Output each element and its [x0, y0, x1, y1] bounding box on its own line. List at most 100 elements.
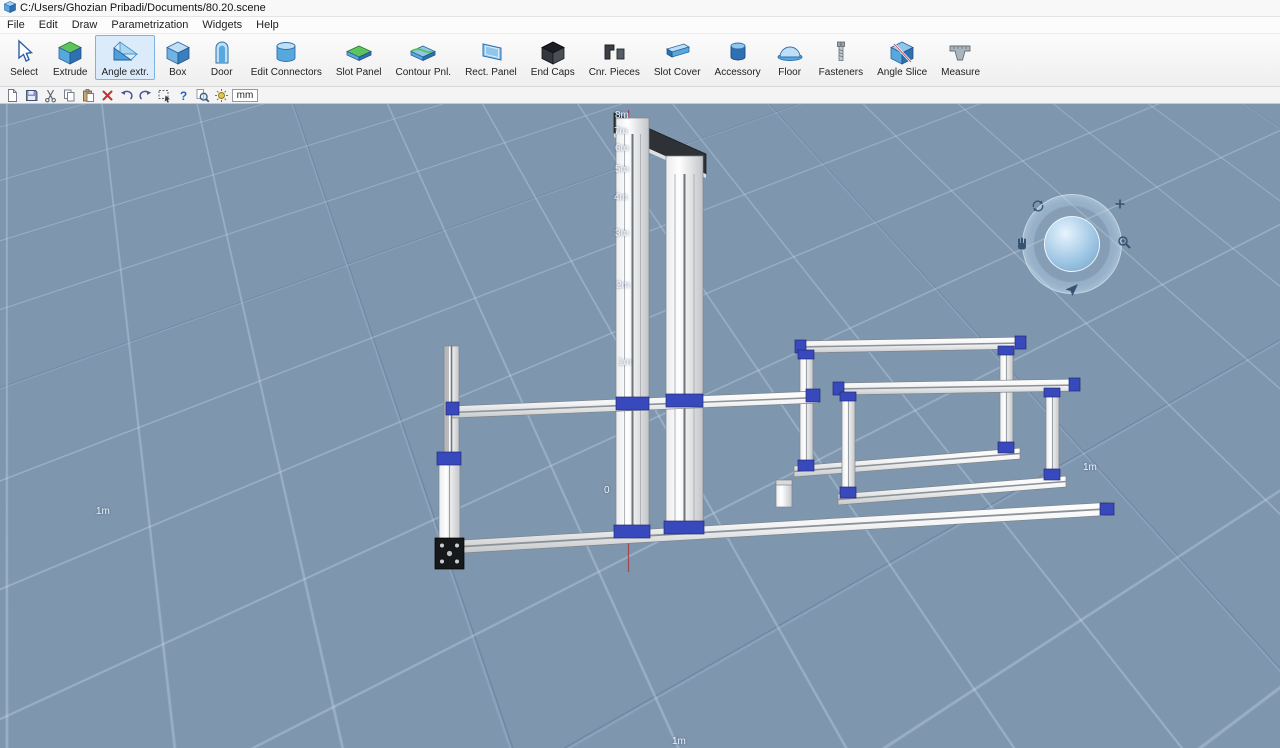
redo-icon[interactable]	[137, 88, 153, 103]
tool-label: Rect. Panel	[465, 67, 517, 78]
connector	[616, 397, 649, 410]
left-posts	[437, 346, 461, 544]
paste-icon[interactable]	[80, 88, 96, 103]
tool-angle-extrude[interactable]: Angle extr.	[95, 35, 154, 80]
connector	[798, 460, 814, 471]
zoom-document-icon[interactable]	[194, 88, 210, 103]
angle-slice-icon	[887, 38, 917, 67]
connector	[446, 402, 459, 415]
connector	[1100, 503, 1114, 515]
connectors-icon	[271, 38, 301, 67]
base-front-beam	[435, 502, 1114, 569]
title-bar: C:/Users/Ghozian Pribadi/Documents/80.20…	[0, 0, 1280, 17]
region-select-icon[interactable]	[156, 88, 172, 103]
tool-label: Floor	[778, 67, 801, 78]
zoom-icon[interactable]	[1116, 234, 1132, 250]
menu-bar: File Edit Draw Parametrization Widgets H…	[0, 17, 1280, 34]
tool-slot-panel[interactable]: Slot Panel	[330, 35, 388, 80]
tool-bar: Select Extrude Angle extr.	[0, 34, 1280, 87]
tool-label: Door	[211, 67, 233, 78]
tool-angle-slice[interactable]: Angle Slice	[871, 35, 933, 80]
navigation-widget[interactable]	[1008, 188, 1136, 304]
tool-label: Accessory	[715, 67, 761, 78]
connector	[798, 350, 814, 359]
pan-hand-icon[interactable]	[1014, 236, 1030, 252]
window-title: C:/Users/Ghozian Pribadi/Documents/80.20…	[20, 2, 266, 14]
connector	[998, 346, 1014, 355]
tool-fasteners[interactable]: Fasteners	[813, 35, 869, 80]
copy-icon[interactable]	[61, 88, 77, 103]
tool-accessory[interactable]: Accessory	[709, 35, 767, 80]
help-icon[interactable]: ?	[175, 88, 191, 103]
orbit-sphere[interactable]	[1044, 216, 1100, 272]
tool-door[interactable]: Door	[201, 35, 243, 80]
connector	[998, 442, 1014, 453]
cursor-icon	[9, 38, 39, 67]
fly-plane-icon[interactable]	[1064, 282, 1080, 298]
tool-label: Edit Connectors	[251, 67, 322, 78]
center-stub	[776, 480, 792, 507]
tool-select[interactable]: Select	[3, 35, 45, 80]
menu-widgets[interactable]: Widgets	[195, 18, 249, 32]
portal-frame	[614, 113, 706, 538]
connector	[437, 452, 461, 465]
tool-label: Measure	[941, 67, 980, 78]
connector	[666, 394, 703, 407]
menu-file[interactable]: File	[0, 18, 32, 32]
tool-label: Slot Panel	[336, 67, 382, 78]
connector	[840, 487, 856, 498]
tool-rect-panel[interactable]: Rect. Panel	[459, 35, 523, 80]
undo-icon[interactable]	[118, 88, 134, 103]
connector	[1044, 388, 1060, 397]
tool-label: Slot Cover	[654, 67, 701, 78]
menu-help[interactable]: Help	[249, 18, 286, 32]
angle-extrude-icon	[110, 38, 140, 67]
tool-label: Fasteners	[819, 67, 863, 78]
tool-slot-cover[interactable]: Slot Cover	[648, 35, 707, 80]
connector	[840, 392, 856, 401]
tool-extrude[interactable]: Extrude	[47, 35, 93, 80]
door-icon	[207, 38, 237, 67]
viewport-3d[interactable]: 8m 7m 6m 5m 4m 3m 2m 1m 0 1m 1m 1m	[0, 104, 1280, 748]
tool-label: Box	[169, 67, 186, 78]
tool-measure[interactable]: Measure	[935, 35, 986, 80]
save-icon[interactable]	[23, 88, 39, 103]
cut-icon[interactable]	[42, 88, 58, 103]
connector	[1069, 378, 1080, 391]
connector	[1015, 336, 1026, 349]
contour-panel-icon	[408, 38, 438, 67]
tool-floor[interactable]: Floor	[769, 35, 811, 80]
menu-parametrization[interactable]: Parametrization	[104, 18, 195, 32]
tool-box[interactable]: Box	[157, 35, 199, 80]
tool-end-caps[interactable]: End Caps	[525, 35, 581, 80]
tool-label: Extrude	[53, 67, 87, 78]
tool-label: Select	[10, 67, 38, 78]
render-icon[interactable]	[213, 88, 229, 103]
connector	[1044, 469, 1060, 480]
delete-icon[interactable]	[99, 88, 115, 103]
connector	[664, 521, 704, 534]
box-icon	[163, 38, 193, 67]
fasteners-icon	[826, 38, 856, 67]
menu-edit[interactable]: Edit	[32, 18, 65, 32]
tool-corner-pieces[interactable]: Cnr. Pieces	[583, 35, 646, 80]
quick-access-bar: ? mm	[0, 87, 1280, 104]
orbit-rotate-icon[interactable]	[1030, 198, 1046, 214]
tool-label: Cnr. Pieces	[589, 67, 640, 78]
svg-text:?: ?	[179, 89, 186, 103]
accessory-icon	[723, 38, 753, 67]
rect-panel-icon	[476, 38, 506, 67]
unit-field[interactable]: mm	[232, 89, 258, 102]
tool-contour-panel[interactable]: Contour Pnl.	[389, 35, 457, 80]
tool-edit-connectors[interactable]: Edit Connectors	[245, 35, 328, 80]
corner-pieces-icon	[599, 38, 629, 67]
app-icon	[4, 1, 16, 16]
tool-label: Angle extr.	[101, 67, 148, 78]
slot-cover-icon	[662, 38, 692, 67]
connector	[614, 525, 650, 538]
tool-label: End Caps	[531, 67, 575, 78]
menu-draw[interactable]: Draw	[65, 18, 105, 32]
new-file-icon[interactable]	[4, 88, 20, 103]
zoom-extents-icon[interactable]	[1112, 196, 1128, 212]
end-caps-icon	[538, 38, 568, 67]
